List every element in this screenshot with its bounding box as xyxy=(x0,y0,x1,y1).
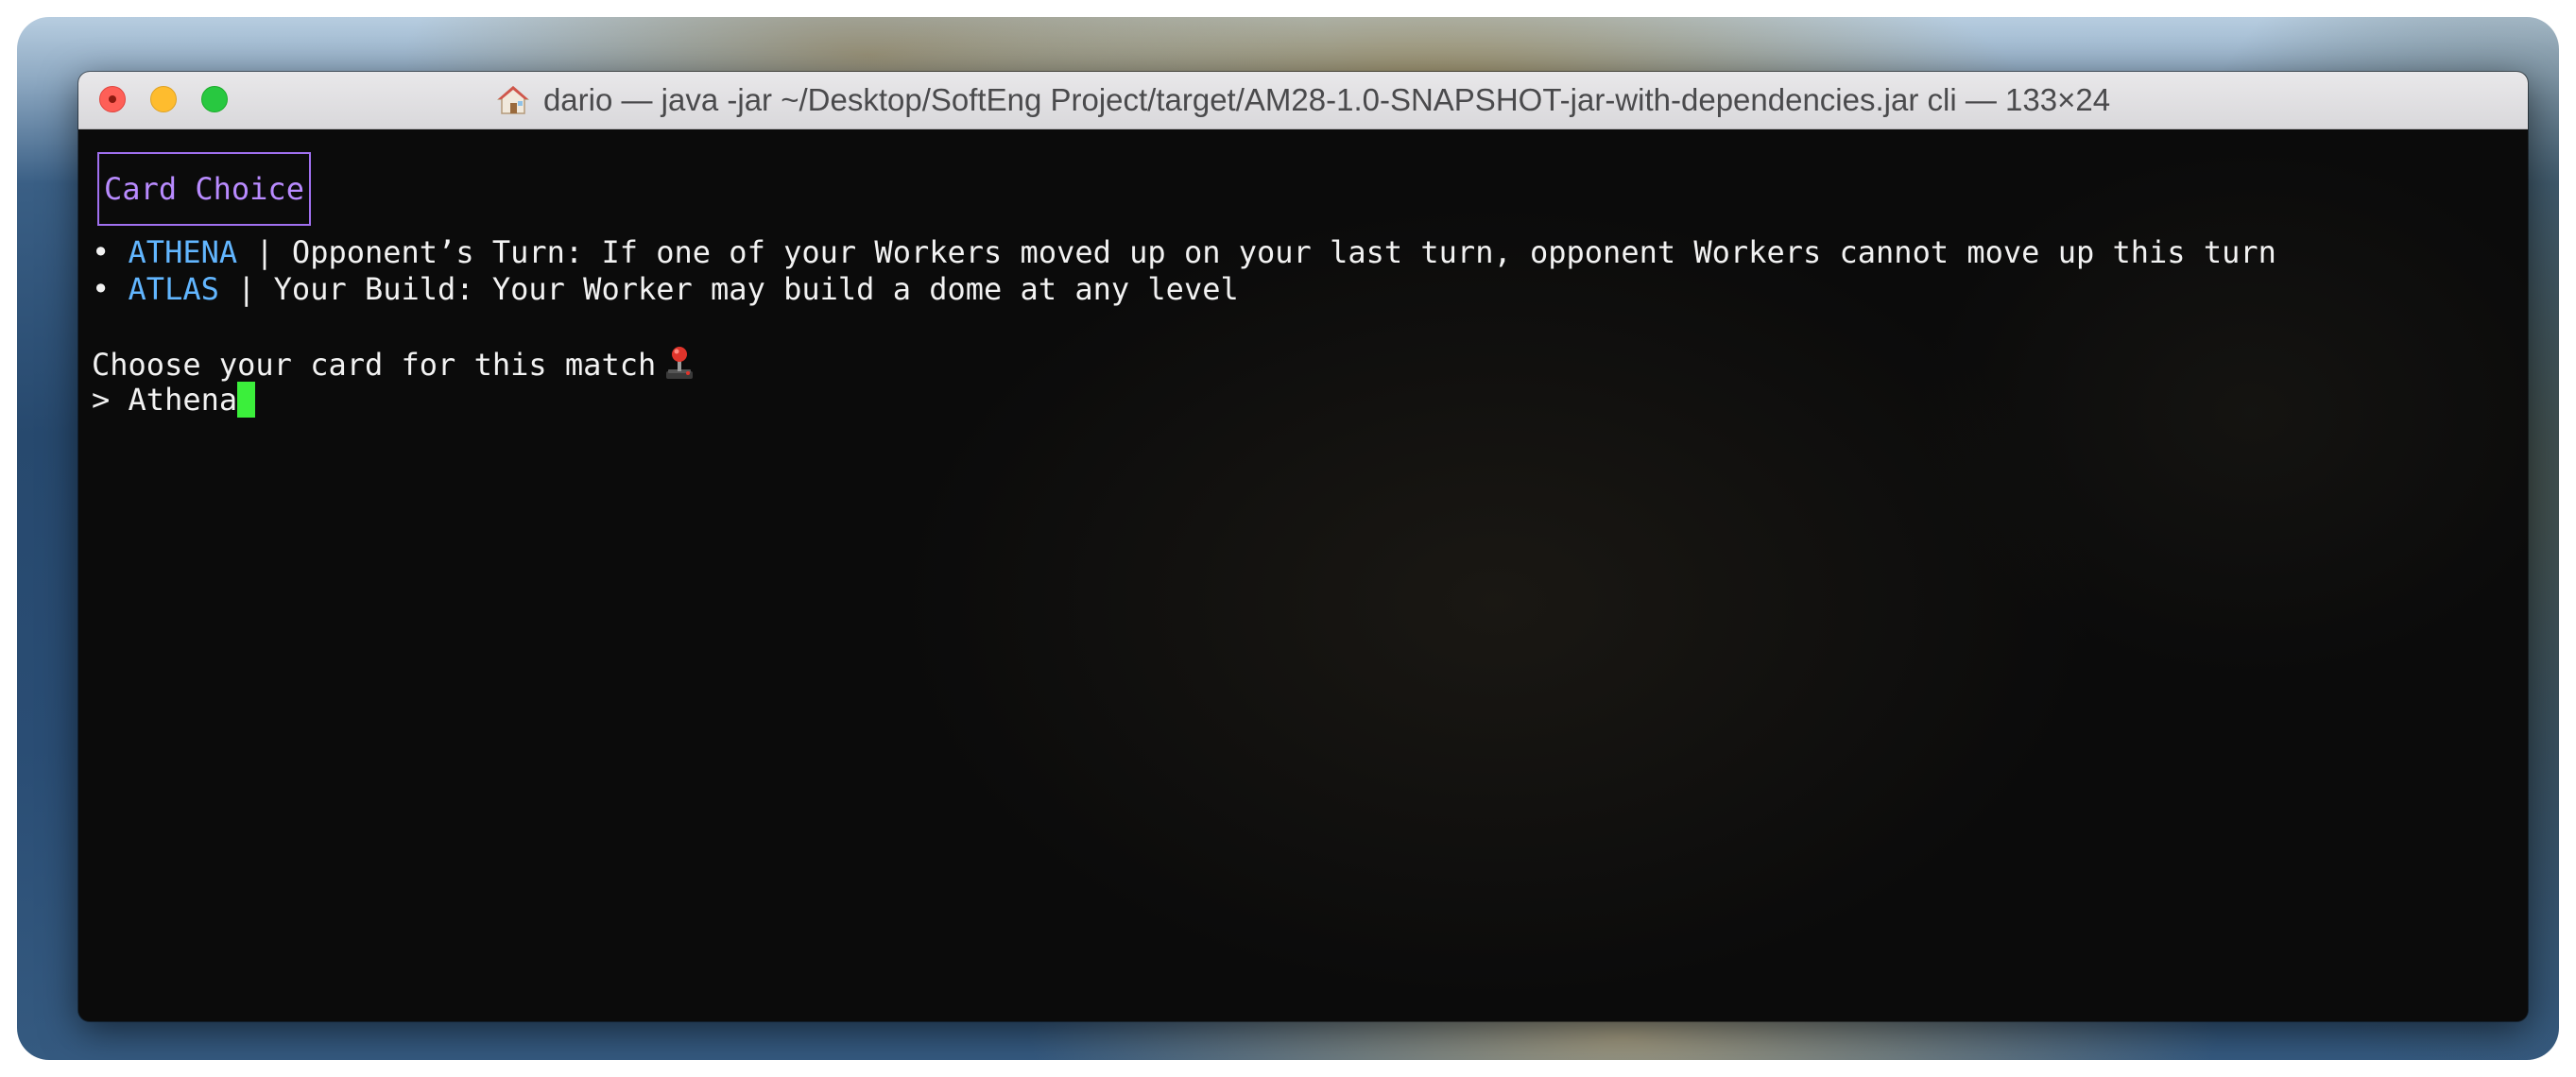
separator: | xyxy=(237,271,256,307)
card-description: Your Build: Your Worker may build a dome… xyxy=(273,271,1239,307)
choose-card-prompt: Choose your card for this match xyxy=(92,345,696,383)
card-choice-header: Card Choice xyxy=(97,152,311,226)
card-option-athena: • ATHENA | Opponent’s Turn: If one of yo… xyxy=(92,234,2276,271)
terminal-output[interactable]: Card Choice • ATHENA | Opponent’s Turn: … xyxy=(78,129,2528,1021)
title-bar[interactable]: dario — java -jar ~/Desktop/SoftEng Proj… xyxy=(78,72,2528,129)
input-value[interactable]: Athena xyxy=(129,382,238,418)
separator: | xyxy=(255,234,274,270)
bullet: • xyxy=(92,234,111,270)
input-prefix: > xyxy=(92,382,111,418)
prompt-text: Choose your card for this match xyxy=(92,347,657,383)
card-option-atlas: • ATLAS | Your Build: Your Worker may bu… xyxy=(92,271,1239,308)
window-title-container: dario — java -jar ~/Desktop/SoftEng Proj… xyxy=(78,72,2528,128)
terminal-window[interactable]: dario — java -jar ~/Desktop/SoftEng Proj… xyxy=(78,72,2528,1021)
card-name: ATHENA xyxy=(128,234,238,270)
command-input-line[interactable]: > Athena xyxy=(92,382,256,419)
desktop-background: dario — java -jar ~/Desktop/SoftEng Proj… xyxy=(17,17,2559,1060)
card-description: Opponent’s Turn: If one of your Workers … xyxy=(291,234,2276,270)
bullet: • xyxy=(92,271,111,307)
card-name: ATLAS xyxy=(128,271,219,307)
text-cursor xyxy=(237,382,256,418)
house-icon xyxy=(496,86,529,114)
joystick-icon xyxy=(666,347,694,379)
window-title: dario — java -jar ~/Desktop/SoftEng Proj… xyxy=(542,82,2111,117)
